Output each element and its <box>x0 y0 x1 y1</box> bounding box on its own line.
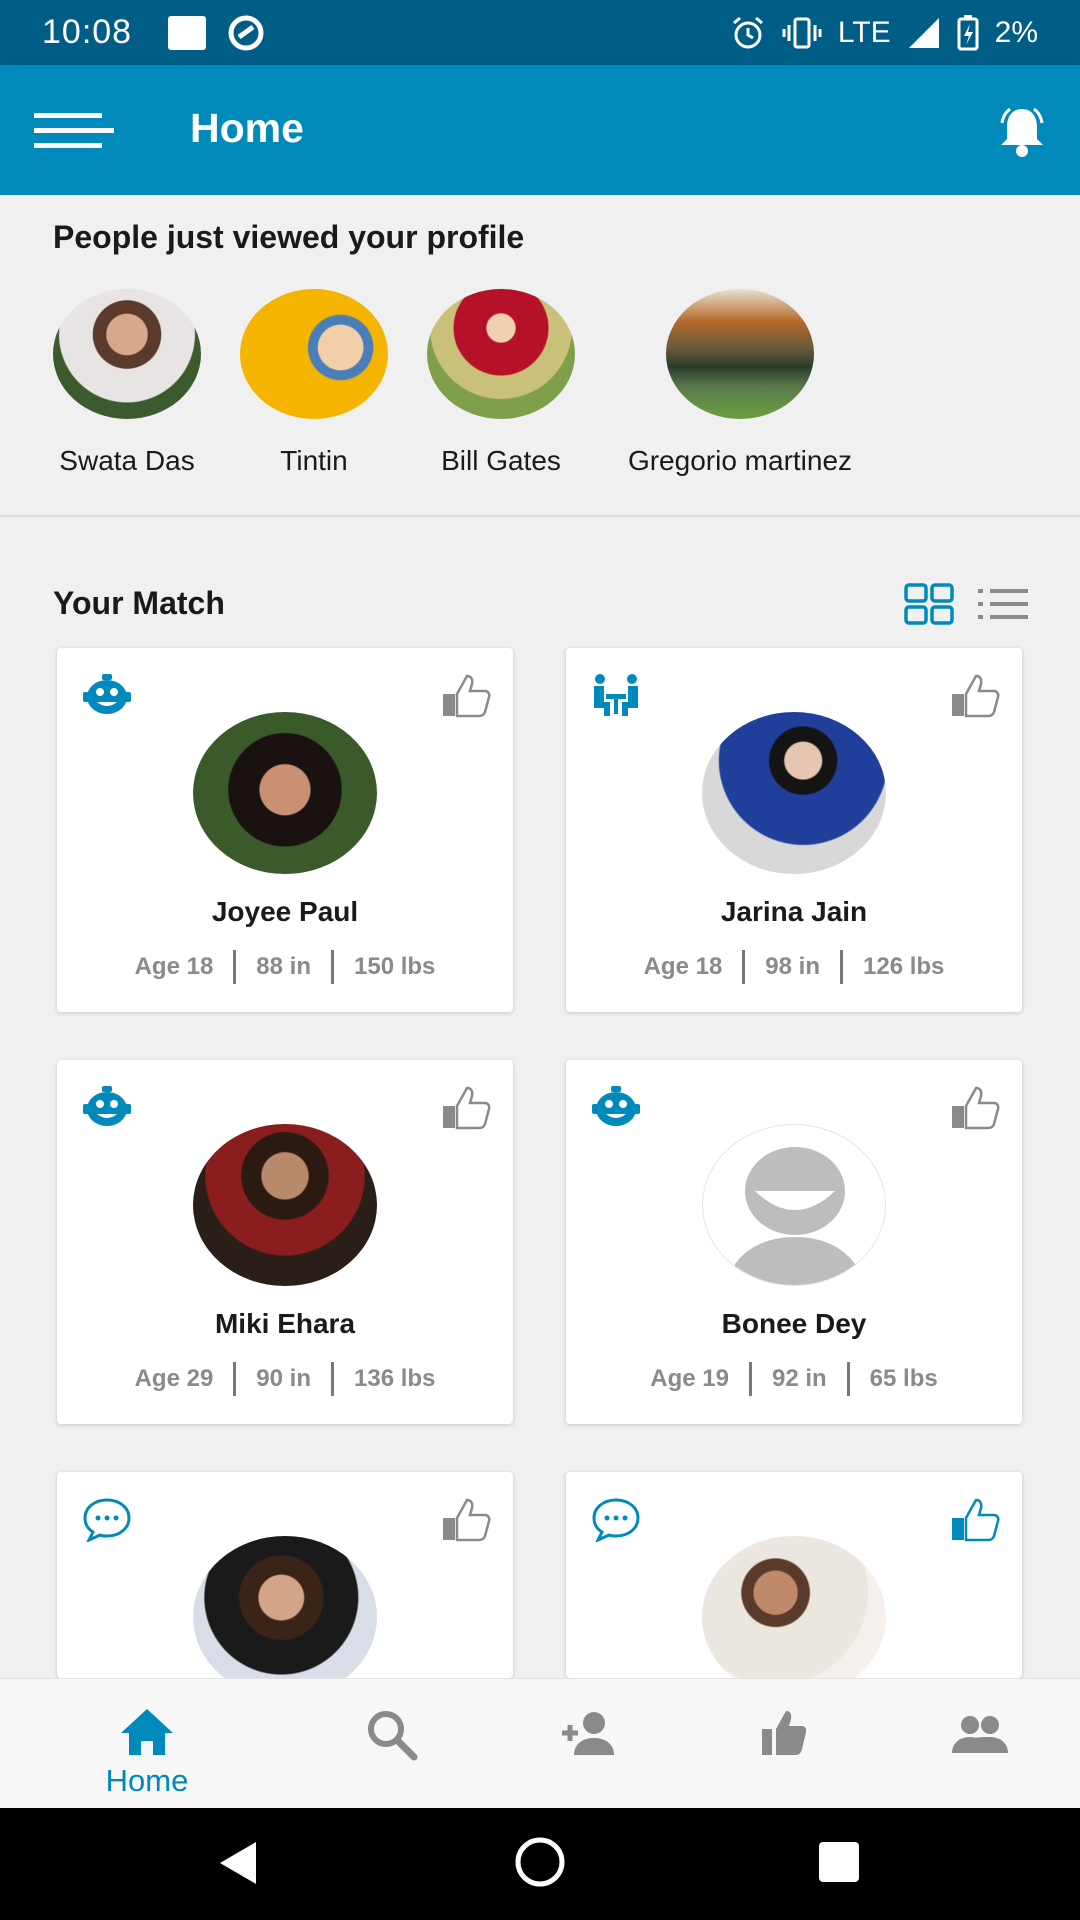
match-card[interactable] <box>566 1472 1022 1678</box>
thumbs-up-icon[interactable] <box>441 1084 491 1130</box>
match-age: Age 18 <box>643 953 723 980</box>
system-navigation-bar <box>0 1808 1080 1920</box>
menu-icon[interactable] <box>34 111 114 151</box>
bottom-navigation: Home <box>0 1678 1080 1808</box>
nav-search[interactable] <box>284 1679 500 1809</box>
match-stats: Age 29 90 in 136 lbs <box>57 1362 513 1396</box>
avatar <box>240 289 388 419</box>
match-weight: 136 lbs <box>354 1365 436 1392</box>
match-age: Age 29 <box>134 1365 214 1392</box>
match-section-title: Your Match <box>53 585 225 621</box>
grid-view-icon[interactable] <box>904 583 954 625</box>
nav-add-person[interactable] <box>480 1679 696 1809</box>
avatar <box>193 1536 377 1678</box>
match-card[interactable]: Jarina Jain Age 18 98 in 126 lbs <box>566 648 1022 1012</box>
match-name: Joyee Paul <box>211 896 359 927</box>
alarm-icon <box>732 16 763 48</box>
viewer-name: Bill Gates <box>441 445 561 476</box>
back-icon[interactable] <box>216 1838 260 1888</box>
search-icon <box>368 1711 418 1761</box>
viewed-profiles-section: People just viewed your profile Swata Da… <box>0 195 1080 517</box>
thumbs-up-icon[interactable] <box>950 672 1000 718</box>
thumbs-up-icon[interactable] <box>950 1084 1000 1130</box>
match-name: Bonee Dey <box>721 1308 867 1339</box>
avatar-placeholder-icon <box>702 1124 886 1286</box>
status-system-icons: LTE 2% <box>730 14 1038 51</box>
chat-bubble-icon <box>592 1498 640 1542</box>
nav-group[interactable] <box>872 1679 1080 1809</box>
status-notification-icons <box>168 13 266 53</box>
battery-level: 2% <box>994 15 1038 49</box>
smiley-robot-icon <box>83 1086 131 1126</box>
match-card[interactable] <box>57 1472 513 1678</box>
sync-icon <box>228 15 264 50</box>
battery-charging-icon <box>957 14 979 50</box>
match-height: 92 in <box>771 1365 827 1392</box>
smiley-robot-icon <box>83 674 131 714</box>
match-height: 98 in <box>765 953 820 980</box>
vibrate-icon <box>782 17 822 48</box>
app-bar: Home <box>0 65 1080 195</box>
thumbs-up-icon <box>762 1711 807 1755</box>
match-height: 88 in <box>256 953 311 980</box>
viewer-name: Gregorio martinez <box>627 445 853 476</box>
nav-home-label: Home <box>105 1763 189 1798</box>
viewed-section-title: People just viewed your profile <box>53 219 525 255</box>
thumbs-up-icon[interactable] <box>441 672 491 718</box>
thumbs-up-icon[interactable] <box>441 1496 491 1542</box>
match-age: Age 18 <box>134 953 214 980</box>
bell-icon[interactable] <box>994 103 1050 159</box>
match-age: Age 19 <box>650 1365 729 1392</box>
page-title: Home <box>190 105 304 151</box>
match-stats: Age 18 88 in 150 lbs <box>57 950 513 984</box>
smiley-robot-icon <box>592 1086 640 1126</box>
status-time: 10:08 <box>42 13 133 51</box>
match-height: 90 in <box>256 1365 311 1392</box>
match-name: Jarina Jain <box>720 896 868 927</box>
avatar <box>53 289 201 419</box>
network-type: LTE <box>837 15 891 49</box>
avatar <box>666 289 814 419</box>
match-weight: 150 lbs <box>354 953 436 980</box>
match-weight: 65 lbs <box>869 1365 938 1392</box>
avatar <box>193 712 377 874</box>
match-card[interactable]: Bonee Dey Age 19 92 in 65 lbs <box>566 1060 1022 1424</box>
list-view-icon[interactable] <box>978 587 1028 621</box>
meeting-icon <box>594 674 638 716</box>
group-icon <box>952 1716 1008 1753</box>
recents-icon[interactable] <box>817 1840 861 1884</box>
nav-likes[interactable] <box>676 1679 892 1809</box>
notification-square-icon <box>168 15 207 50</box>
avatar <box>702 712 886 874</box>
signal-icon <box>908 17 939 48</box>
match-name: Miki Ehara <box>214 1308 356 1339</box>
nav-home[interactable]: Home <box>39 1679 255 1809</box>
home-icon <box>121 1709 173 1755</box>
avatar <box>427 289 575 419</box>
viewer-gregorio-martinez[interactable]: Gregorio martinez <box>600 289 880 477</box>
thumbs-up-icon-liked[interactable] <box>950 1496 1000 1542</box>
avatar <box>702 1536 886 1678</box>
match-stats: Age 19 92 in 65 lbs <box>566 1362 1022 1396</box>
add-person-icon <box>562 1712 614 1755</box>
match-stats: Age 18 98 in 126 lbs <box>566 950 1022 984</box>
home-circle-icon[interactable] <box>514 1836 566 1888</box>
viewer-bill-gates[interactable]: Bill Gates <box>391 289 611 477</box>
match-card[interactable]: Joyee Paul Age 18 88 in 150 lbs <box>57 648 513 1012</box>
chat-bubble-icon <box>83 1498 131 1542</box>
status-bar: 10:08 LTE 2% <box>0 0 1080 65</box>
match-card[interactable]: Miki Ehara Age 29 90 in 136 lbs <box>57 1060 513 1424</box>
match-weight: 126 lbs <box>863 953 945 980</box>
avatar <box>193 1124 377 1286</box>
